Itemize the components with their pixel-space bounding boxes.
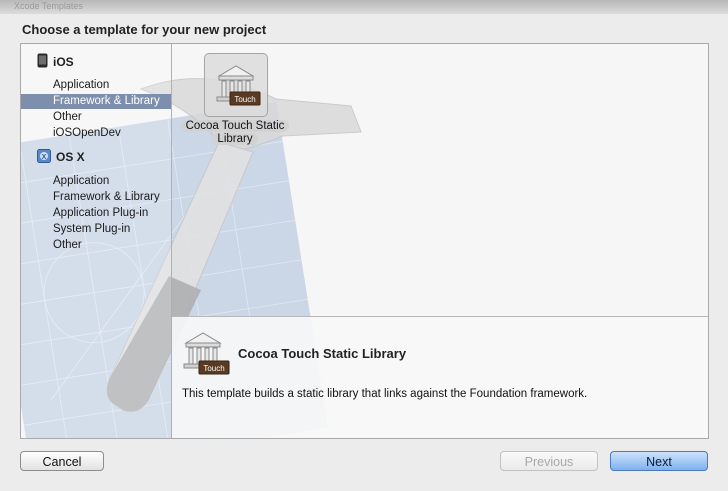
sidebar-item-osx-application[interactable]: Application — [21, 174, 171, 189]
sidebar-group-osx: X OS X — [37, 148, 85, 166]
template-label[interactable]: Cocoa Touch Static Library — [174, 120, 296, 146]
sidebar-item-ios-framework-library[interactable]: Framework & Library — [21, 94, 171, 109]
template-tile-cocoa-touch-static-library[interactable]: Touch — [204, 53, 268, 117]
svg-text:X: X — [42, 154, 47, 161]
template-category-sidebar: iOS Application Framework & Library Othe… — [21, 44, 172, 438]
window-title-strip: Xcode Templates — [0, 0, 728, 14]
template-label-line1: Cocoa Touch Static — [180, 120, 290, 132]
sidebar-item-osx-other[interactable]: Other — [21, 238, 171, 253]
library-building-icon: Touch — [216, 65, 261, 106]
sidebar-item-iosopendev[interactable]: iOSOpenDev — [21, 126, 171, 141]
library-building-icon: Touch — [183, 332, 230, 375]
template-chooser-panel: iOS Application Framework & Library Othe… — [20, 43, 709, 439]
sidebar-item-osx-application-plugin[interactable]: Application Plug-in — [21, 206, 171, 221]
description-text: This template builds a static library th… — [182, 388, 588, 400]
sidebar-group-ios: iOS — [37, 53, 74, 71]
iphone-icon — [37, 53, 48, 71]
osx-icon: X — [37, 148, 51, 166]
previous-button[interactable]: Previous — [500, 451, 598, 471]
next-button[interactable]: Next — [610, 451, 708, 471]
sidebar-item-ios-other[interactable]: Other — [21, 110, 171, 125]
dialog-title: Choose a template for your new project — [22, 22, 267, 37]
sidebar-item-osx-system-plugin[interactable]: System Plug-in — [21, 222, 171, 237]
template-description-panel: Touch Cocoa Touch Static Library This te… — [172, 316, 708, 438]
description-title: Cocoa Touch Static Library — [238, 346, 407, 361]
sidebar-item-ios-application[interactable]: Application — [21, 78, 171, 93]
sidebar-item-osx-framework-library[interactable]: Framework & Library — [21, 190, 171, 205]
cancel-button[interactable]: Cancel — [20, 451, 104, 471]
template-badge: Touch — [234, 95, 255, 104]
description-badge: Touch — [203, 364, 224, 373]
sidebar-group-label: OS X — [56, 150, 85, 164]
template-grid: Touch Cocoa Touch Static Library — [172, 44, 708, 316]
sidebar-group-label: iOS — [53, 55, 74, 69]
window-title: Xcode Templates — [14, 1, 83, 11]
template-label-line2: Library — [212, 133, 258, 145]
